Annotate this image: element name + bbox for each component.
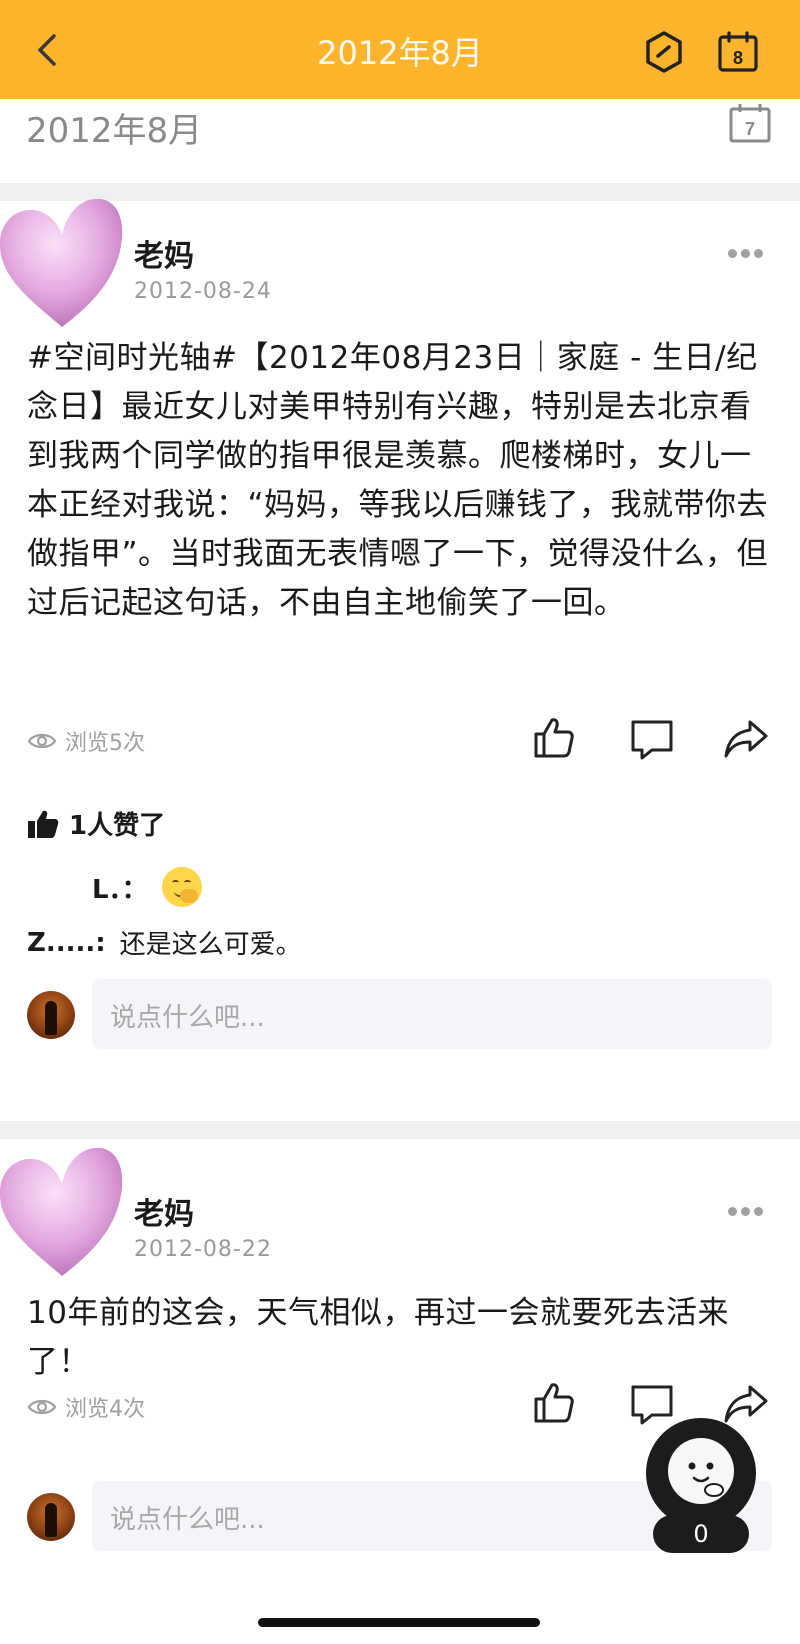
view-count-label: 浏览5次 xyxy=(65,731,145,756)
heart-avatar-icon[interactable] xyxy=(0,1127,130,1295)
top-bar: 2012年8月 8 xyxy=(0,0,800,99)
month-label: 2012年8月 xyxy=(26,111,203,151)
smiley-face-icon xyxy=(668,1438,734,1504)
eye-icon xyxy=(27,733,57,749)
share-icon[interactable] xyxy=(722,1379,770,1427)
comment-item[interactable]: L．： xyxy=(92,867,202,907)
reply-bar: 说点什么吧... xyxy=(0,979,800,1053)
post-date: 2012-08-24 xyxy=(134,279,272,304)
eye-icon xyxy=(27,1399,57,1415)
like-count-label: 1人赞了 xyxy=(69,811,166,841)
view-count-label: 浏览4次 xyxy=(65,1397,145,1422)
view-count: 浏览5次 xyxy=(27,725,145,757)
post-author[interactable]: 老妈 xyxy=(134,1189,194,1233)
post-card: 老妈 2012-08-24 #空间时光轴#【2012年08月23日｜家庭 - 生… xyxy=(0,198,800,1121)
calendar-day: 8 xyxy=(733,48,743,68)
post-card: 老妈 2012-08-22 10年前的这会，天气相似，再过一会就要死去活来了！ … xyxy=(0,1139,800,1644)
home-indicator[interactable] xyxy=(258,1618,540,1627)
post-text: #空间时光轴#【2012年08月23日｜家庭 - 生日/纪念日】最近女儿对美甲特… xyxy=(27,340,769,621)
comment-icon[interactable] xyxy=(628,714,676,762)
post-author[interactable]: 老妈 xyxy=(134,231,194,275)
user-avatar[interactable] xyxy=(27,1493,75,1541)
comment-input[interactable]: 说点什么吧... xyxy=(92,979,772,1049)
calendar-icon[interactable]: 8 xyxy=(716,30,760,74)
calendar-icon[interactable]: 7 xyxy=(728,103,772,143)
share-icon[interactable] xyxy=(722,714,770,762)
floating-assistant-button[interactable] xyxy=(646,1418,756,1528)
calendar-day: 7 xyxy=(745,119,755,139)
hexagon-slash-icon[interactable] xyxy=(642,30,686,74)
emoji-icon xyxy=(161,867,202,907)
view-count: 浏览4次 xyxy=(27,1391,145,1423)
month-header: 2012年8月 xyxy=(0,99,800,183)
post-date: 2012-08-22 xyxy=(134,1237,272,1262)
heart-avatar-icon[interactable] xyxy=(0,191,130,333)
like-summary: 1人赞了 xyxy=(27,805,165,842)
comment-author: L．： xyxy=(92,874,148,905)
comment-icon[interactable] xyxy=(628,1379,676,1427)
more-options-icon[interactable] xyxy=(728,1201,768,1216)
comment-item[interactable]: Z.....: 还是这么可爱。 xyxy=(27,924,302,961)
thumbs-up-icon xyxy=(28,810,59,838)
comment-text: 还是这么可爱。 xyxy=(119,930,302,960)
comment-author: Z.....: xyxy=(27,927,106,958)
post-text: 10年前的这会，天气相似，再过一会就要死去活来了！ xyxy=(27,1295,729,1380)
like-icon[interactable] xyxy=(530,714,578,762)
more-options-icon[interactable] xyxy=(728,243,768,258)
like-icon[interactable] xyxy=(530,1379,578,1427)
user-avatar[interactable] xyxy=(27,991,75,1039)
floating-count-badge: 0 xyxy=(653,1515,749,1553)
